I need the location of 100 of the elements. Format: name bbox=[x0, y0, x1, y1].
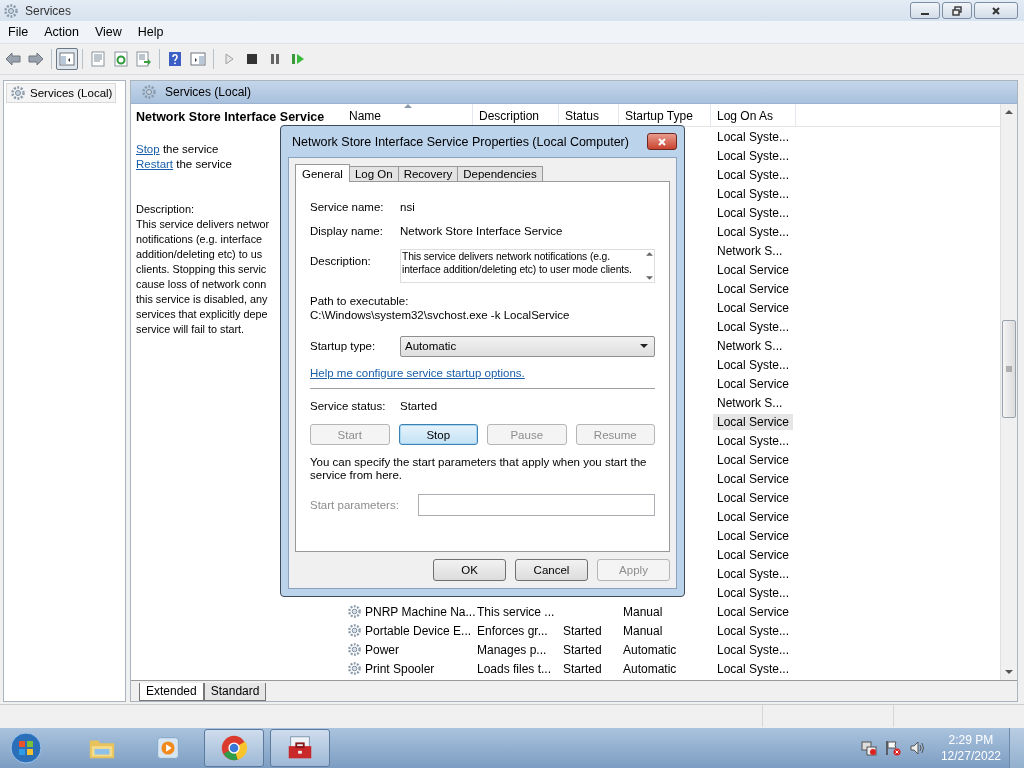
table-cell-text: Local Service bbox=[716, 299, 791, 316]
scroll-up-icon bbox=[646, 252, 653, 256]
menu-item[interactable]: Help bbox=[129, 25, 172, 39]
table-cell-text: Network S... bbox=[716, 394, 784, 411]
scrollbar[interactable] bbox=[646, 252, 653, 280]
table-cell-text: Network S... bbox=[716, 337, 784, 354]
table-cell-text: Local Service bbox=[716, 527, 791, 544]
table-cell-text: Local Syste... bbox=[716, 584, 791, 601]
clock-date: 12/27/2022 bbox=[940, 748, 1001, 764]
restart-icon bbox=[290, 51, 306, 67]
help-icon bbox=[167, 51, 183, 67]
table-cell-text: Local Syste... bbox=[716, 223, 791, 240]
hint-text: You can specify the start parameters that apply when you start the service from here. bbox=[310, 456, 648, 482]
description-label: Description: bbox=[136, 202, 195, 217]
table-cell: Loads files t... bbox=[477, 661, 552, 676]
show-desktop-button[interactable] bbox=[1009, 728, 1024, 768]
help-link[interactable]: Help me configure service startup options. bbox=[310, 367, 525, 379]
column-header[interactable]: Log On As bbox=[711, 104, 796, 126]
service-gear-icon bbox=[347, 623, 362, 638]
menu-item[interactable]: File bbox=[0, 25, 37, 39]
table-cell: Started bbox=[563, 642, 602, 657]
table-cell-text: Local Service bbox=[716, 375, 791, 392]
export-icon bbox=[136, 51, 152, 67]
refresh-icon bbox=[113, 51, 129, 67]
gear-icon bbox=[141, 84, 157, 100]
action-link[interactable]: Stop bbox=[136, 143, 160, 155]
view-tab[interactable]: Standard bbox=[203, 683, 267, 701]
table-cell-text: Local Syste... bbox=[716, 641, 791, 658]
table-cell-text: Network S... bbox=[716, 242, 784, 259]
table-cell-text: Local Syste... bbox=[716, 660, 791, 677]
scroll-down-icon bbox=[646, 276, 653, 280]
field-label: Description: bbox=[310, 255, 372, 267]
tree-icon bbox=[59, 51, 75, 67]
clock-time: 2:29 PM bbox=[948, 732, 994, 748]
field-value: Network Store Interface Service bbox=[400, 225, 563, 237]
flag-icon[interactable] bbox=[884, 740, 901, 756]
table-cell-text: Local Syste... bbox=[716, 185, 791, 202]
window-title: Services bbox=[25, 3, 71, 18]
gear-icon bbox=[10, 85, 26, 101]
gear-icon bbox=[3, 2, 19, 19]
table-cell-text: Local Syste... bbox=[716, 318, 791, 335]
toolbox-taskbar-icon[interactable] bbox=[270, 729, 330, 767]
menu-item[interactable]: Action bbox=[36, 25, 87, 39]
field-value: nsi bbox=[400, 201, 415, 213]
dialog-button[interactable]: Cancel bbox=[515, 559, 588, 581]
table-cell-text: Local Service bbox=[716, 451, 791, 468]
service-button[interactable]: Stop bbox=[398, 424, 478, 445]
description-box[interactable]: This service delivers network notifications (e.g. interface addition/deleting etc) to user mode clients. bbox=[400, 249, 655, 283]
service-gear-icon bbox=[347, 642, 362, 657]
menu-item[interactable]: View bbox=[86, 25, 130, 39]
field-label: Service status: bbox=[310, 400, 387, 412]
back-icon bbox=[5, 51, 21, 67]
close-button[interactable] bbox=[974, 2, 1018, 19]
table-cell: Portable Device E... bbox=[365, 623, 472, 638]
restore-icon bbox=[952, 5, 962, 16]
dialog-tab[interactable]: Log On bbox=[348, 166, 399, 181]
dialog-tab[interactable]: General bbox=[295, 164, 350, 182]
table-cell: Started bbox=[563, 623, 602, 638]
stop-icon bbox=[244, 51, 260, 67]
table-cell-text: Local Service bbox=[716, 261, 791, 278]
action-text: the service bbox=[176, 158, 232, 170]
table-cell-text: Local Service bbox=[716, 603, 791, 620]
minimize-button[interactable] bbox=[910, 2, 940, 19]
table-cell-text: Local Syste... bbox=[716, 432, 791, 449]
panel-title: Services (Local) bbox=[165, 85, 252, 99]
scroll-thumb[interactable] bbox=[1002, 320, 1016, 418]
speaker-icon[interactable] bbox=[908, 740, 925, 756]
tree-item[interactable]: Services (Local) bbox=[6, 83, 117, 103]
dialog-tab[interactable]: Recovery bbox=[397, 166, 459, 181]
table-cell: Power bbox=[365, 642, 399, 657]
table-cell: Manual bbox=[623, 604, 663, 619]
table-cell-text: Local Service bbox=[716, 470, 791, 487]
network-icon[interactable] bbox=[860, 740, 877, 756]
description-text: This service delivers networ notifications (e.g. interface addition/deleting etc) to us clients. Stopping this servic cause loss of network conn this service is disabled, any services that explicitly depe service will fail to start. bbox=[136, 217, 270, 337]
table-cell-text: Local Syste... bbox=[716, 565, 791, 582]
field-label: Path to executable: bbox=[310, 295, 410, 307]
browser-taskbar-icon[interactable] bbox=[204, 729, 264, 767]
field-label: Startup type: bbox=[310, 340, 377, 352]
pane-button[interactable] bbox=[56, 48, 78, 70]
table-cell-text: Local Service bbox=[716, 489, 791, 506]
sort-arrow-icon bbox=[403, 104, 412, 108]
close-icon bbox=[991, 5, 1001, 16]
minimize-icon bbox=[921, 12, 929, 15]
startup-type-dropdown[interactable]: Automatic bbox=[400, 335, 655, 357]
table-cell-text: Local Syste... bbox=[716, 147, 791, 164]
table-cell-text: Local Service bbox=[716, 508, 791, 525]
scrollbar[interactable] bbox=[1000, 104, 1017, 680]
dialog-button[interactable]: OK bbox=[433, 559, 506, 581]
restore-button[interactable] bbox=[942, 2, 972, 19]
action-link[interactable]: Restart bbox=[136, 158, 174, 170]
close-button[interactable] bbox=[647, 133, 677, 150]
table-cell: Enforces gr... bbox=[477, 623, 548, 638]
table-cell-text: Local Syste... bbox=[716, 622, 791, 639]
table-cell: Manages p... bbox=[477, 642, 547, 657]
view-tab[interactable]: Extended bbox=[139, 683, 204, 701]
table-cell-text: Local Syste... bbox=[716, 128, 791, 145]
field-label: Service name: bbox=[310, 201, 385, 213]
dialog-tab[interactable]: Dependencies bbox=[457, 166, 543, 181]
service-heading: Network Store Interface Service bbox=[136, 110, 326, 124]
table-cell: PNRP Machine Na... bbox=[365, 604, 476, 619]
